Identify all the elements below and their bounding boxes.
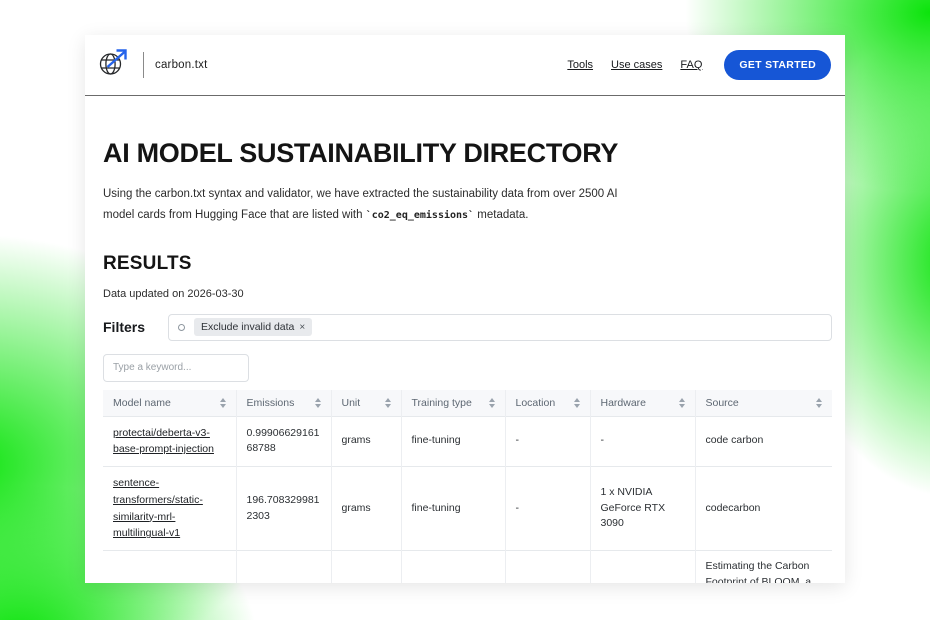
cell-source: code carbon	[695, 416, 832, 467]
col-header-model-name[interactable]: Model name	[103, 390, 236, 417]
filter-chip-label: Exclude invalid data	[201, 321, 294, 333]
col-header-hardware[interactable]: Hardware	[590, 390, 695, 417]
circle-handle-icon[interactable]	[178, 324, 185, 331]
globe-arrow-icon	[97, 47, 133, 83]
nav-link-faq[interactable]: FAQ	[680, 59, 702, 71]
top-nav: Tools Use cases FAQ GET STARTED	[567, 50, 831, 80]
table-row: bigscience/bloom 24700000 grams pre-trai…	[103, 551, 832, 583]
table-row: protectai/deberta-v3-base-prompt-injecti…	[103, 416, 832, 467]
col-header-source[interactable]: Source	[695, 390, 832, 417]
col-label: Unit	[342, 397, 361, 409]
cell-training-type: fine-tuning	[401, 467, 505, 551]
col-label: Source	[706, 397, 739, 409]
nav-link-tools[interactable]: Tools	[567, 59, 593, 71]
description-text: Using the carbon.txt syntax and validato…	[103, 188, 618, 221]
filters-row: Filters Exclude invalid data ×	[103, 314, 832, 341]
cell-model-name: bigscience/bloom	[103, 551, 236, 583]
col-label: Emissions	[247, 397, 295, 409]
col-header-unit[interactable]: Unit	[331, 390, 401, 417]
cell-model-name: protectai/deberta-v3-base-prompt-injecti…	[103, 416, 236, 467]
nav-link-use-cases[interactable]: Use cases	[611, 59, 662, 71]
data-updated-text: Data updated on 2026-03-30	[103, 288, 832, 300]
col-label: Model name	[113, 397, 171, 409]
filters-label: Filters	[103, 319, 168, 335]
cell-unit: grams	[331, 467, 401, 551]
brand-name: carbon.txt	[155, 59, 208, 71]
sort-arrows-icon[interactable]	[679, 398, 685, 408]
cell-emissions: 196.7083299812303	[236, 467, 331, 551]
model-link[interactable]: sentence-transformers/static-similarity-…	[113, 477, 203, 539]
col-label: Hardware	[601, 397, 647, 409]
cell-location: -	[505, 467, 590, 551]
cell-model-name: sentence-transformers/static-similarity-…	[103, 467, 236, 551]
cell-hardware: 384 A100 80GB GPUs	[590, 551, 695, 583]
cell-location: Orsay, France	[505, 551, 590, 583]
get-started-button[interactable]: GET STARTED	[724, 50, 831, 80]
chip-close-icon[interactable]: ×	[299, 322, 305, 333]
table-row: sentence-transformers/static-similarity-…	[103, 467, 832, 551]
cell-emissions: 24700000	[236, 551, 331, 583]
results-table: Model name Emissions Unit Training type …	[103, 390, 832, 583]
filters-box[interactable]: Exclude invalid data ×	[168, 314, 832, 341]
cell-hardware: -	[590, 416, 695, 467]
filter-chip[interactable]: Exclude invalid data ×	[194, 318, 312, 336]
cell-source: codecarbon	[695, 467, 832, 551]
col-header-emissions[interactable]: Emissions	[236, 390, 331, 417]
cell-source: Estimating the Carbon Footprint of BLOOM…	[695, 551, 832, 583]
cell-training-type: fine-tuning	[401, 416, 505, 467]
header-divider	[143, 52, 144, 78]
page-title: AI MODEL SUSTAINABILITY DIRECTORY	[103, 138, 832, 169]
page-description: Using the carbon.txt syntax and validato…	[103, 184, 643, 227]
sort-arrows-icon[interactable]	[385, 398, 391, 408]
main-content: AI MODEL SUSTAINABILITY DIRECTORY Using …	[85, 138, 845, 583]
cell-unit: grams	[331, 416, 401, 467]
page-card: carbon.txt Tools Use cases FAQ GET START…	[85, 35, 845, 583]
results-heading: RESULTS	[103, 253, 832, 275]
sort-arrows-icon[interactable]	[315, 398, 321, 408]
col-header-location[interactable]: Location	[505, 390, 590, 417]
cell-unit: grams	[331, 551, 401, 583]
sort-arrows-icon[interactable]	[816, 398, 822, 408]
col-label: Location	[516, 397, 556, 409]
col-header-training-type[interactable]: Training type	[401, 390, 505, 417]
sort-arrows-icon[interactable]	[220, 398, 226, 408]
brand[interactable]: carbon.txt	[97, 47, 208, 83]
search-row	[103, 354, 832, 382]
description-text-end: metadata.	[474, 209, 528, 221]
sort-arrows-icon[interactable]	[489, 398, 495, 408]
description-code: `co2_eq_emissions`	[366, 210, 474, 221]
cell-training-type: pre-training	[401, 551, 505, 583]
col-label: Training type	[412, 397, 472, 409]
cell-hardware: 1 x NVIDIA GeForce RTX 3090	[590, 467, 695, 551]
model-link[interactable]: protectai/deberta-v3-base-prompt-injecti…	[113, 427, 214, 456]
cell-location: -	[505, 416, 590, 467]
sort-arrows-icon[interactable]	[574, 398, 580, 408]
keyword-search-input[interactable]	[103, 354, 249, 382]
site-header: carbon.txt Tools Use cases FAQ GET START…	[85, 35, 845, 96]
cell-emissions: 0.9990662916168788	[236, 416, 331, 467]
table-header-row: Model name Emissions Unit Training type …	[103, 390, 832, 417]
